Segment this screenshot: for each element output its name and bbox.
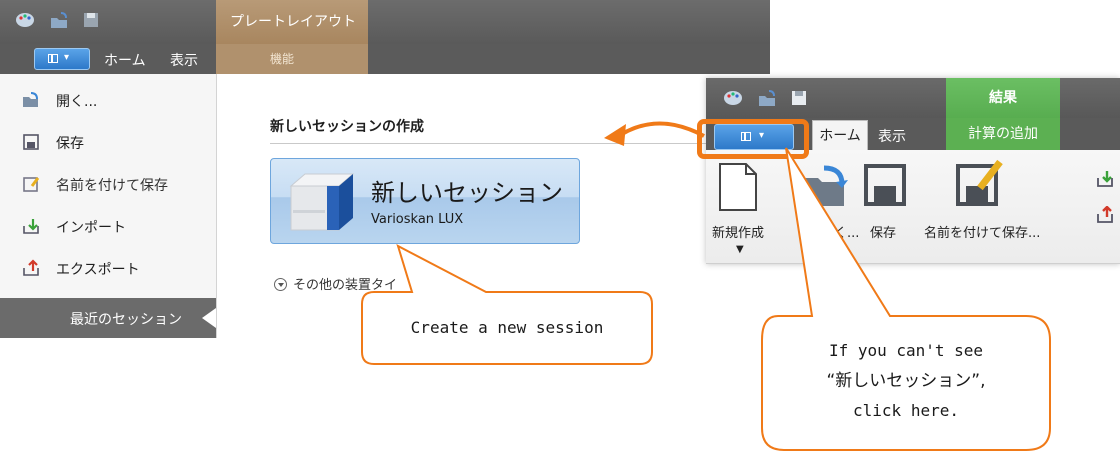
- callout-hint-line-1: If you can't see: [828, 341, 984, 360]
- arrowhead: [604, 124, 626, 146]
- callout-hint-line-3: click here.: [853, 401, 959, 420]
- callout-create: [361, 244, 653, 365]
- callout-create-text: Create a new session: [410, 318, 604, 337]
- callout-hint-line-2: “新しいセッション”,: [826, 371, 986, 391]
- curved-arrow: [620, 121, 705, 138]
